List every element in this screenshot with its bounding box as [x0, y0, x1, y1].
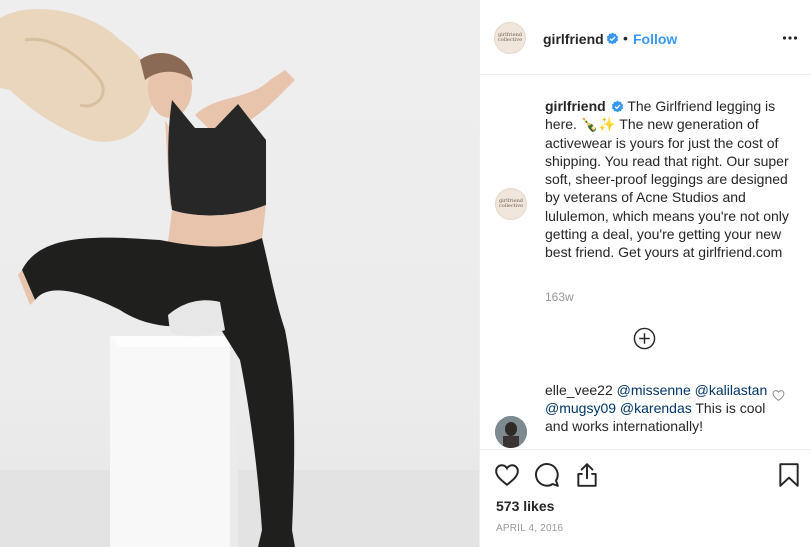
comments-section[interactable]: girlfriend collective girlfriend The Gir… [480, 76, 811, 448]
likes-count[interactable]: 573 likes [496, 498, 554, 514]
heart-icon[interactable] [494, 462, 520, 488]
mention-link[interactable]: @mugsy09 [545, 400, 616, 416]
header-username[interactable]: girlfriend [543, 31, 604, 47]
beige-sweater [0, 9, 154, 142]
load-more-comments-icon[interactable] [633, 327, 656, 350]
post-caption: girlfriend The Girlfriend legging is her… [545, 97, 800, 262]
mention-link[interactable]: @kalilastan [695, 382, 768, 398]
caption-text: The Girlfriend legging is here. 🍾✨ The n… [545, 98, 789, 261]
white-plinth [110, 336, 238, 547]
post-date[interactable]: APRIL 4, 2016 [496, 523, 563, 534]
follow-button[interactable]: Follow [633, 31, 677, 47]
avatar-logo-text: girlfriend collective [497, 32, 523, 43]
profile-avatar[interactable]: girlfriend collective [494, 22, 526, 54]
more-options-icon[interactable] [782, 30, 798, 46]
share-icon[interactable] [574, 462, 600, 488]
caption-timestamp[interactable]: 163w [545, 290, 574, 304]
comment-item: elle_vee22 @missenne @kalilastan @mugsy0… [545, 381, 770, 435]
post-actions: 573 likes APRIL 4, 2016 [480, 449, 811, 547]
mention-link[interactable]: @karendas [620, 400, 692, 416]
post-photo-illustration [0, 9, 479, 547]
floor [0, 470, 479, 547]
post-image[interactable] [0, 0, 479, 547]
verified-badge-icon [611, 100, 623, 113]
comment-like-heart-icon[interactable] [772, 389, 785, 402]
commenter-avatar[interactable] [495, 416, 527, 448]
verified-badge-icon [606, 32, 619, 45]
post-header: girlfriend collective girlfriend • Follo… [480, 0, 811, 75]
bookmark-icon[interactable] [776, 462, 802, 488]
caption-username[interactable]: girlfriend [545, 98, 606, 114]
mention-link[interactable]: @missenne [617, 382, 691, 398]
comment-icon[interactable] [534, 462, 560, 488]
avatar-logo-text: girlfriend collective [498, 198, 524, 209]
caption-avatar[interactable]: girlfriend collective [495, 188, 527, 220]
post-panel: girlfriend collective girlfriend • Follo… [479, 0, 811, 547]
commenter-photo [495, 416, 527, 448]
comment-username[interactable]: elle_vee22 [545, 382, 613, 398]
header-separator: • [623, 30, 628, 46]
